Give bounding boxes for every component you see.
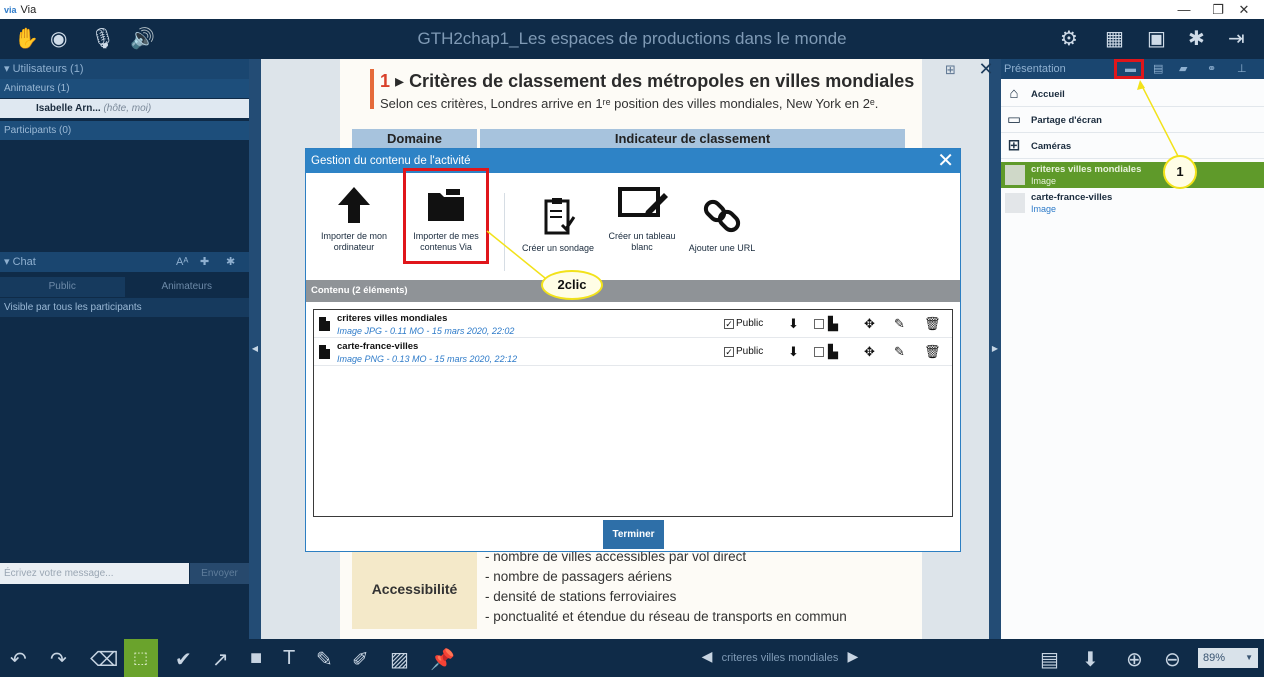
annotation-arrows (486, 80, 1181, 279)
callout-step-2: 2clic (541, 270, 603, 300)
callout-step-1: 1 (1163, 155, 1197, 189)
arrow-2 (486, 230, 546, 279)
arrow-1 (1139, 81, 1181, 161)
